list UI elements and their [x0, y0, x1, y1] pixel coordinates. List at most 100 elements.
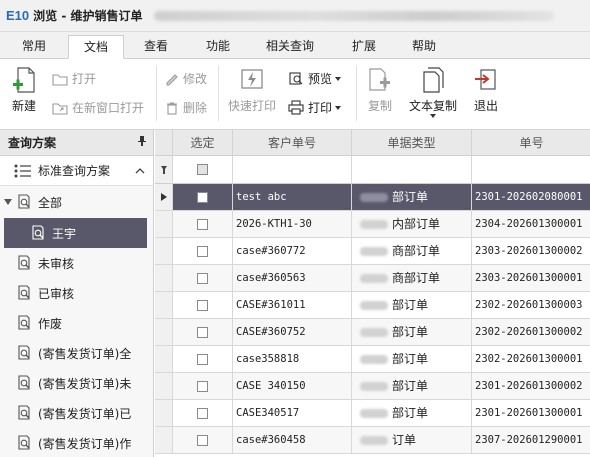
row-checkbox[interactable] — [197, 218, 208, 230]
new-button[interactable]: 新建 — [4, 63, 44, 114]
filter-order-no[interactable] — [472, 156, 590, 184]
cell-doc-type[interactable]: 订单 — [352, 427, 472, 454]
tab-function[interactable]: 功能 — [198, 35, 238, 59]
row-checkbox[interactable] — [197, 326, 208, 338]
filter-select-all[interactable] — [173, 156, 233, 184]
cell-customer-no[interactable]: CASE#360752 — [233, 319, 352, 346]
row-select-cell[interactable] — [173, 373, 233, 400]
row-select-cell[interactable] — [173, 319, 233, 346]
table-row[interactable]: CASE340517 部订单 2301-202601300001 — [155, 400, 590, 427]
cell-doc-type[interactable]: 部订单 — [352, 346, 472, 373]
table-row[interactable]: case#360563 商部订单 2303-202601300001 — [155, 265, 590, 292]
cell-order-no[interactable]: 2301-202602080001 — [472, 184, 590, 211]
cell-customer-no[interactable]: CASE340517 — [233, 400, 352, 427]
preview-button[interactable]: 预览 — [288, 70, 342, 87]
cell-doc-type[interactable]: 内部订单 — [352, 211, 472, 238]
edit-button[interactable]: 修改 — [164, 70, 207, 87]
row-checkbox[interactable] — [197, 380, 208, 392]
cell-order-no[interactable]: 2302-202601300001 — [472, 346, 590, 373]
row-indicator[interactable] — [155, 319, 173, 346]
open-button[interactable]: 打开 — [52, 70, 96, 87]
cell-doc-type[interactable]: 部订单 — [352, 184, 472, 211]
plan-item-reviewed[interactable]: 已审核 — [0, 278, 153, 308]
cell-customer-no[interactable]: 2026-KTH1-30 — [233, 211, 352, 238]
cell-customer-no[interactable]: test abc — [233, 184, 352, 211]
cell-order-no[interactable]: 2304-202601300001 — [472, 211, 590, 238]
select-all-checkbox[interactable] — [197, 164, 208, 175]
quick-print-button[interactable]: 快速打印 — [224, 63, 280, 114]
row-select-cell[interactable] — [173, 265, 233, 292]
row-indicator[interactable] — [155, 184, 173, 211]
cell-order-no[interactable]: 2302-202601300003 — [472, 292, 590, 319]
plan-item-wangyu[interactable]: 王宇 — [4, 218, 147, 248]
table-row[interactable]: case358818 部订单 2302-202601300001 — [155, 346, 590, 373]
plan-item-consign-reviewed[interactable]: (寄售发货订单)已 — [0, 398, 153, 428]
cell-doc-type[interactable]: 部订单 — [352, 319, 472, 346]
row-select-cell[interactable] — [173, 346, 233, 373]
column-header-doc-type[interactable]: 单据类型 — [352, 130, 472, 156]
row-checkbox[interactable] — [197, 434, 208, 446]
plan-item-consign-all[interactable]: (寄售发货订单)全 — [0, 338, 153, 368]
cell-customer-no[interactable]: case#360458 — [233, 427, 352, 454]
cell-order-no[interactable]: 2307-202601290001 — [472, 427, 590, 454]
query-plan-dropdown[interactable]: 标准查询方案 — [0, 156, 153, 186]
cell-customer-no[interactable]: CASE#361011 — [233, 292, 352, 319]
table-row[interactable]: CASE#361011 部订单 2302-202601300003 — [155, 292, 590, 319]
cell-customer-no[interactable]: CASE 340150 — [233, 373, 352, 400]
row-indicator[interactable] — [155, 292, 173, 319]
cell-order-no[interactable]: 2302-202601300002 — [472, 319, 590, 346]
tab-related-query[interactable]: 相关查询 — [258, 35, 322, 59]
column-header-customer-no[interactable]: 客户单号 — [233, 130, 352, 156]
cell-customer-no[interactable]: case358818 — [233, 346, 352, 373]
copy-button[interactable]: 复制 — [362, 63, 398, 114]
plan-item-consign-unreviewed[interactable]: (寄售发货订单)未 — [0, 368, 153, 398]
filter-customer-no[interactable] — [233, 156, 352, 184]
cell-order-no[interactable]: 2301-202601300001 — [472, 400, 590, 427]
row-checkbox[interactable] — [197, 353, 208, 365]
table-row[interactable]: 2026-KTH1-30 内部订单 2304-202601300001 — [155, 211, 590, 238]
row-checkbox[interactable] — [197, 191, 208, 203]
row-indicator[interactable] — [155, 373, 173, 400]
text-copy-button[interactable]: 文本复制 — [404, 63, 462, 122]
plan-item-all[interactable]: 全部 — [0, 187, 153, 217]
tab-view[interactable]: 查看 — [136, 35, 176, 59]
cell-customer-no[interactable]: case#360772 — [233, 238, 352, 265]
tab-help[interactable]: 帮助 — [404, 35, 444, 59]
row-select-cell[interactable] — [173, 184, 233, 211]
row-select-cell[interactable] — [173, 400, 233, 427]
row-checkbox[interactable] — [197, 299, 208, 311]
row-indicator[interactable] — [155, 265, 173, 292]
plan-item-consign-void[interactable]: (寄售发货订单)作 — [0, 428, 153, 457]
tab-extension[interactable]: 扩展 — [344, 35, 384, 59]
table-row[interactable]: case#360772 商部订单 2303-202601300002 — [155, 238, 590, 265]
row-indicator[interactable] — [155, 400, 173, 427]
row-select-cell[interactable] — [173, 292, 233, 319]
delete-button[interactable]: 删除 — [164, 99, 207, 116]
filter-doc-type[interactable] — [352, 156, 472, 184]
exit-button[interactable]: 退出 — [468, 63, 504, 114]
plan-item-void[interactable]: 作废 — [0, 308, 153, 338]
table-row[interactable]: case#360458 订单 2307-202601290001 — [155, 427, 590, 454]
table-row[interactable]: test abc 部订单 2301-202602080001 — [155, 184, 590, 211]
column-header-order-no[interactable]: 单号 — [472, 130, 590, 156]
cell-order-no[interactable]: 2303-202601300002 — [472, 238, 590, 265]
cell-order-no[interactable]: 2301-202601300002 — [472, 373, 590, 400]
plan-item-unreviewed[interactable]: 未审核 — [0, 248, 153, 278]
column-header-select[interactable]: 选定 — [173, 130, 233, 156]
row-checkbox[interactable] — [197, 407, 208, 419]
cell-doc-type[interactable]: 部订单 — [352, 400, 472, 427]
row-indicator[interactable] — [155, 211, 173, 238]
open-new-window-button[interactable]: 在新窗口打开 — [52, 99, 144, 116]
table-row[interactable]: CASE 340150 部订单 2301-202601300002 — [155, 373, 590, 400]
cell-doc-type[interactable]: 商部订单 — [352, 238, 472, 265]
row-select-cell[interactable] — [173, 211, 233, 238]
cell-customer-no[interactable]: case#360563 — [233, 265, 352, 292]
row-checkbox[interactable] — [197, 272, 208, 284]
cell-doc-type[interactable]: 商部订单 — [352, 265, 472, 292]
pin-icon[interactable] — [137, 135, 147, 150]
row-select-cell[interactable] — [173, 427, 233, 454]
row-checkbox[interactable] — [197, 245, 208, 257]
tab-common[interactable]: 常用 — [14, 35, 54, 59]
row-indicator[interactable] — [155, 238, 173, 265]
table-row[interactable]: CASE#360752 部订单 2302-202601300002 — [155, 319, 590, 346]
